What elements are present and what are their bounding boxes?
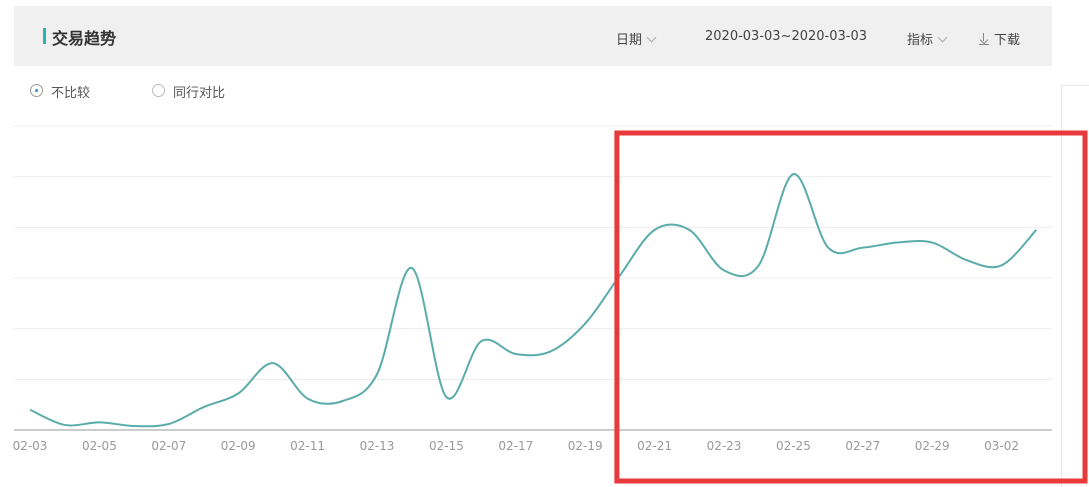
x-tick-label: 02-03 — [13, 439, 48, 453]
x-tick-label: 02-11 — [290, 439, 325, 453]
x-tick-label: 02-29 — [915, 439, 950, 453]
x-tick-label: 03-02 — [984, 439, 1019, 453]
x-tick-label: 02-25 — [776, 439, 811, 453]
x-tick-label: 02-21 — [637, 439, 672, 453]
x-tick-label: 02-05 — [82, 439, 117, 453]
x-tick-label: 02-09 — [221, 439, 256, 453]
x-tick-label: 02-23 — [707, 439, 742, 453]
x-tick-label: 02-17 — [498, 439, 533, 453]
highlight-box — [614, 130, 1088, 484]
trend-line-chart: 02-03 02-05 02-07 02-09 02-11 02-13 02-15 02-17… — [13, 125, 1088, 484]
x-tick-label: 02-19 — [568, 439, 603, 453]
x-tick-label: 02-15 — [429, 439, 464, 453]
x-tick-label: 02-07 — [151, 439, 186, 453]
x-tick-label: 02-27 — [845, 439, 880, 453]
x-tick-label: 02-13 — [360, 439, 395, 453]
series-line — [29, 173, 1038, 428]
